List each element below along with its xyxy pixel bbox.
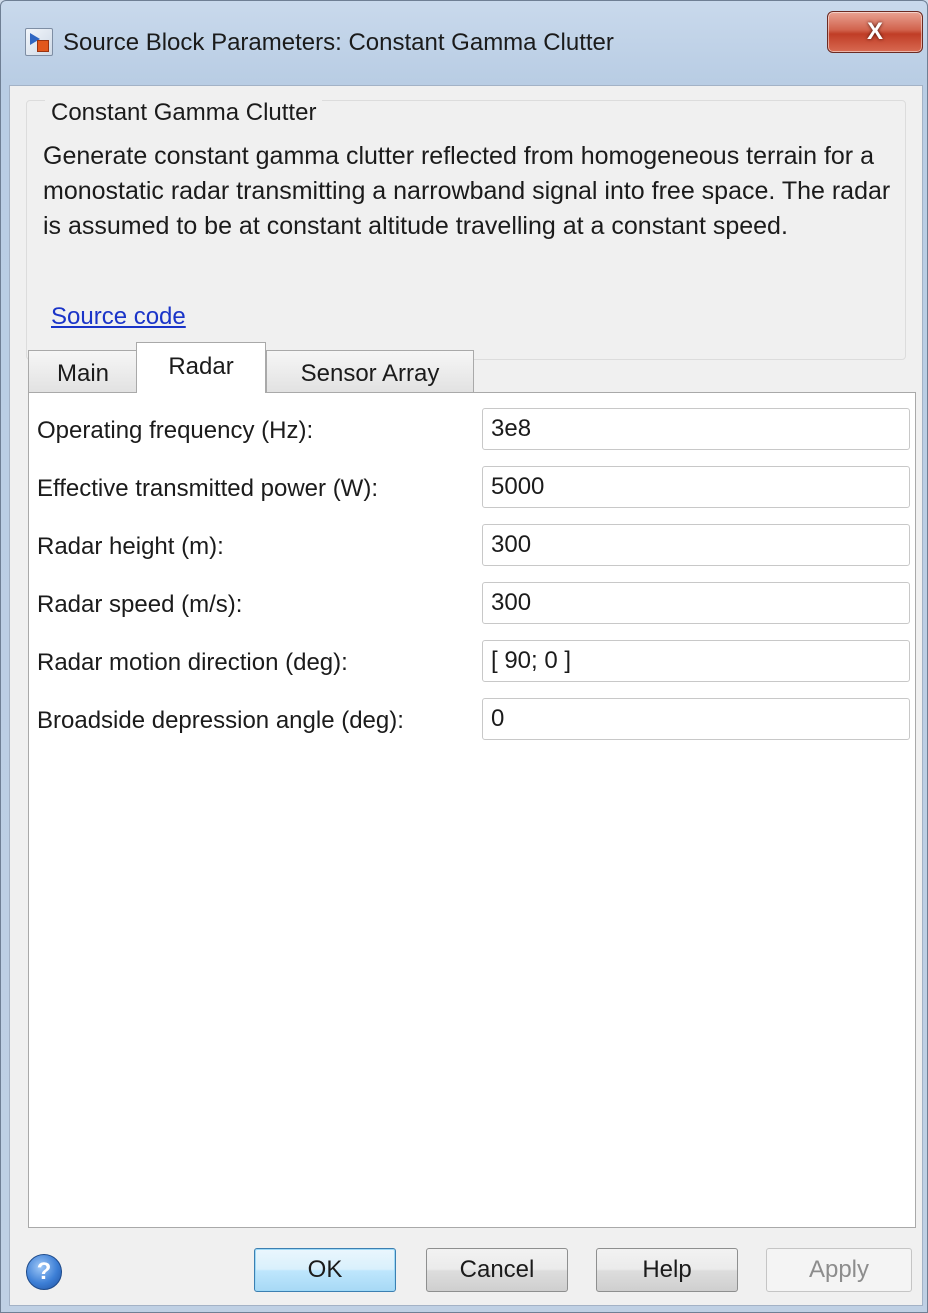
source-code-link[interactable]: Source code — [51, 303, 186, 331]
close-button[interactable]: X — [827, 11, 923, 53]
radar-height-field[interactable] — [482, 524, 910, 566]
block-name: Constant Gamma Clutter — [45, 99, 323, 127]
broadside-depression-angle-field[interactable] — [482, 698, 910, 740]
radar-speed-label: Radar speed (m/s): — [37, 591, 243, 618]
radar-speed-field[interactable] — [482, 582, 910, 624]
radar-tab-panel: Operating frequency (Hz): Effective tran… — [28, 392, 916, 1228]
tab-main[interactable]: Main — [28, 350, 138, 392]
question-mark-icon[interactable]: ? — [26, 1254, 62, 1290]
operating-frequency-field[interactable] — [482, 408, 910, 450]
dialog-body: Constant Gamma Clutter Generate constant… — [9, 85, 923, 1306]
block-description: Generate constant gamma clutter reflecte… — [43, 142, 891, 240]
radar-motion-direction-field[interactable] — [482, 640, 910, 682]
cancel-button[interactable]: Cancel — [426, 1248, 568, 1292]
title-bar[interactable]: Source Block Parameters: Constant Gamma … — [1, 1, 927, 85]
apply-button[interactable]: Apply — [766, 1248, 912, 1292]
broadside-depression-angle-label: Broadside depression angle (deg): — [37, 707, 404, 734]
effective-transmitted-power-label: Effective transmitted power (W): — [37, 475, 378, 502]
ok-button[interactable]: OK — [254, 1248, 396, 1292]
radar-motion-direction-label: Radar motion direction (deg): — [37, 649, 348, 676]
window-title: Source Block Parameters: Constant Gamma … — [63, 29, 614, 56]
simulink-block-icon — [25, 28, 53, 56]
tab-radar[interactable]: Radar — [136, 342, 266, 393]
effective-transmitted-power-field[interactable] — [482, 466, 910, 508]
tab-sensor-array[interactable]: Sensor Array — [266, 350, 474, 392]
help-button[interactable]: Help — [596, 1248, 738, 1292]
block-description-group: Constant Gamma Clutter Generate constant… — [26, 99, 906, 360]
radar-height-label: Radar height (m): — [37, 533, 224, 560]
operating-frequency-label: Operating frequency (Hz): — [37, 417, 314, 444]
dialog-window: Source Block Parameters: Constant Gamma … — [0, 0, 928, 1313]
